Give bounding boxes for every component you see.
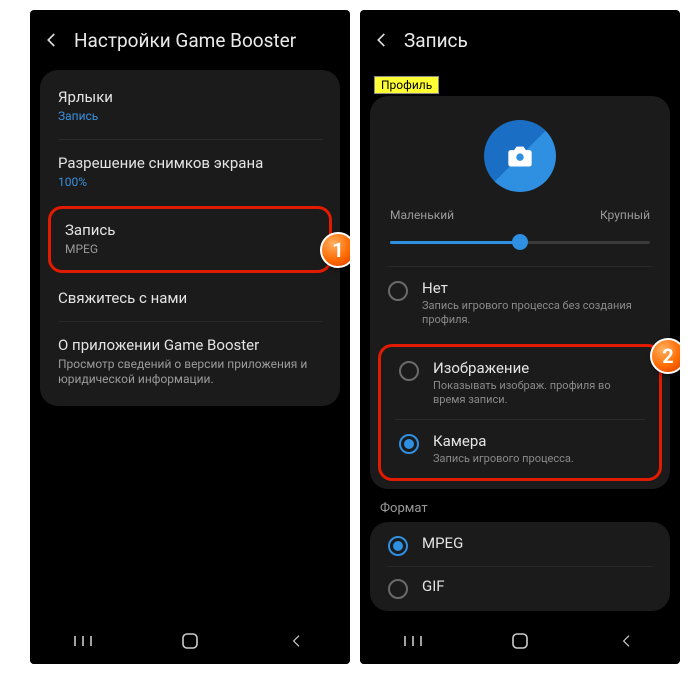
label: Запись [65,221,315,239]
phone-right: Запись Профиль Маленький Крупный [360,10,680,664]
item-resolution[interactable]: Разрешение снимков экрана 100% [40,140,340,205]
radio-icon [399,361,419,381]
sublabel: Показывать изображ. профиля во время зап… [433,379,641,408]
profile-avatar[interactable] [484,120,556,192]
profile-card: Маленький Крупный Нет Запись игрового пр… [370,96,670,489]
page-title: Запись [404,29,468,52]
phone-left: Настройки Game Booster Ярлыки Запись Раз… [30,10,350,664]
callout-2: 2 [650,338,680,374]
label: Ярлыки [58,88,322,106]
item-contact[interactable]: Свяжитесь с нами [40,275,340,321]
nav-recents[interactable] [72,630,94,652]
option-image[interactable]: Изображение Показывать изображ. профиля … [381,347,659,420]
sublabel: Запись игрового процесса без создания пр… [422,299,652,328]
format-gif[interactable]: GIF [370,567,670,609]
navbar [360,618,680,664]
item-about[interactable]: О приложении Game Booster Просмотр сведе… [40,322,340,402]
option-camera[interactable]: Камера Запись игрового процесса. [381,420,659,478]
slider-labels: Маленький Крупный [370,208,670,228]
nav-home[interactable] [509,630,531,652]
settings-card: Ярлыки Запись Разрешение снимков экрана … [40,70,340,406]
profile-badge: Профиль [374,76,439,94]
sublabel: 100% [58,175,322,191]
radio-icon [388,281,408,301]
label: Изображение [433,359,641,377]
nav-home[interactable] [179,630,201,652]
sublabel: Запись игрового процесса. [433,452,574,466]
label: Нет [422,279,652,297]
label: Разрешение снимков экрана [58,154,322,172]
header-right: Запись [360,10,680,70]
back-button[interactable] [40,28,64,52]
callout-number: 1 [332,238,343,262]
format-section-label: Формат [360,489,680,522]
nav-back[interactable] [616,630,638,652]
label: GIF [422,577,445,595]
navbar [30,618,350,664]
format-mpeg[interactable]: MPEG [370,524,670,566]
highlight-options: Изображение Показывать изображ. профиля … [378,344,662,482]
highlight-record: Запись MPEG [48,206,332,273]
back-button[interactable] [370,28,394,52]
camera-icon [506,144,534,168]
nav-recents[interactable] [402,630,424,652]
radio-icon-checked [388,536,408,556]
item-record[interactable]: Запись MPEG [51,209,329,270]
radio-icon-checked [399,434,419,454]
nav-back[interactable] [286,630,308,652]
sublabel: MPEG [65,242,315,258]
option-none[interactable]: Нет Запись игрового процесса без создани… [370,267,670,340]
label: Камера [433,432,574,450]
slider-max-label: Крупный [600,208,650,222]
format-card: MPEG GIF [370,522,670,611]
slider-min-label: Маленький [390,208,454,222]
size-slider[interactable] [390,228,650,256]
radio-icon [388,579,408,599]
sublabel: Просмотр сведений о версии приложения и … [58,357,322,388]
label: MPEG [422,534,463,552]
sublabel: Запись [58,109,322,125]
callout-number: 2 [662,344,673,368]
header-left: Настройки Game Booster [30,10,350,70]
page-title: Настройки Game Booster [74,29,296,52]
callout-1: 1 [320,232,350,268]
label: Свяжитесь с нами [58,289,322,307]
item-shortcuts[interactable]: Ярлыки Запись [40,74,340,139]
label: О приложении Game Booster [58,336,322,354]
